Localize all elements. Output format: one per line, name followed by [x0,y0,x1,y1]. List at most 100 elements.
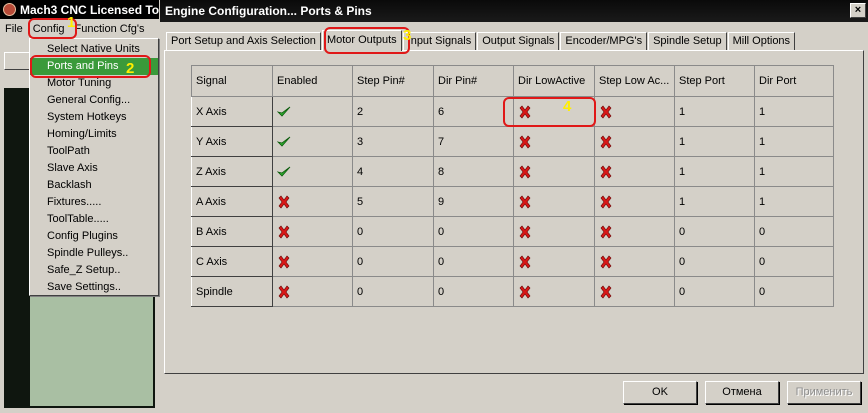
cross-icon [519,225,531,238]
cell-enabled[interactable] [272,276,353,307]
annotation-number-4: 4 [563,98,572,115]
cell-step-pin[interactable]: 0 [352,246,434,277]
engine-config-dialog: Engine Configuration... Ports & Pins × P… [160,0,868,413]
menu-item-toolpath[interactable]: ToolPath [30,143,158,160]
cell-dir-port[interactable]: 1 [754,156,834,187]
cell-dir-port[interactable]: 1 [754,126,834,157]
cell-dir-port[interactable]: 1 [754,186,834,217]
menu-function-cfgs[interactable]: Function Cfg's [70,23,150,35]
cell-enabled[interactable] [272,96,353,127]
cross-icon [278,285,290,298]
cell-dir-port[interactable]: 0 [754,276,834,307]
cell-dir-pin[interactable]: 7 [433,126,514,157]
table-row: Y Axis 3 7 1 1 [191,126,834,157]
check-icon [277,166,291,177]
cell-step-port[interactable]: 1 [674,186,755,217]
cross-icon [600,165,612,178]
cross-icon [278,195,290,208]
ok-button[interactable]: OK [623,381,697,404]
cell-step-port[interactable]: 0 [674,276,755,307]
cell-step-lowactive[interactable] [594,246,675,277]
table-row: A Axis 5 9 1 1 [191,186,834,217]
cell-dir-lowactive[interactable] [513,126,595,157]
cell-step-pin[interactable]: 2 [352,96,434,127]
col-header-step-lowactive: Step Low Ac... [594,65,675,97]
tab-spindle-setup[interactable]: Spindle Setup [648,32,727,50]
mach3-toolbar-button[interactable] [4,52,30,70]
tab-mill-options[interactable]: Mill Options [727,32,796,50]
cross-icon [519,195,531,208]
col-header-dir-port: Dir Port [754,65,834,97]
check-icon [277,106,291,117]
cell-step-port[interactable]: 1 [674,156,755,187]
menu-item-save-settings[interactable]: Save Settings.. [30,279,158,296]
cell-step-port[interactable]: 0 [674,246,755,277]
mach3-menu-bar: File Config Function Cfg's [0,19,159,38]
cell-step-lowactive[interactable] [594,186,675,217]
tab-input-signals[interactable]: Input Signals [402,32,477,50]
tab-output-signals[interactable]: Output Signals [477,32,560,50]
cell-step-lowactive[interactable] [594,156,675,187]
cell-dir-lowactive[interactable] [513,186,595,217]
cell-step-lowactive[interactable] [594,276,675,307]
menu-item-spindle-pulleys[interactable]: Spindle Pulleys.. [30,245,158,262]
tab-port-setup[interactable]: Port Setup and Axis Selection [166,32,321,50]
cell-dir-pin[interactable]: 9 [433,186,514,217]
menu-item-tooltable[interactable]: ToolTable..... [30,211,158,228]
cell-enabled[interactable] [272,156,353,187]
grid-body: X Axis 2 6 1 1 Y Axis 3 7 1 1 Z Axis 4 8 1 1 A Axis 5 9 1 1… [191,96,834,307]
menu-file[interactable]: File [0,23,28,35]
check-icon [277,136,291,147]
close-icon: × [854,4,862,16]
menu-item-safe-z-setup[interactable]: Safe_Z Setup.. [30,262,158,279]
menu-item-config-plugins[interactable]: Config Plugins [30,228,158,245]
cell-signal: Z Axis [191,156,273,187]
close-button[interactable]: × [850,3,866,18]
cell-enabled[interactable] [272,186,353,217]
menu-item-backlash[interactable]: Backlash [30,177,158,194]
cell-step-lowactive[interactable] [594,96,675,127]
cross-icon [600,255,612,268]
cell-step-pin[interactable]: 5 [352,186,434,217]
cell-dir-pin[interactable]: 0 [433,276,514,307]
cross-icon [519,255,531,268]
menu-item-general-config[interactable]: General Config... [30,92,158,109]
cancel-button[interactable]: Отмена [705,381,779,404]
tab-encoder-mpgs[interactable]: Encoder/MPG's [560,32,648,50]
cell-enabled[interactable] [272,126,353,157]
cell-dir-pin[interactable]: 8 [433,156,514,187]
cell-dir-lowactive[interactable] [513,216,595,247]
cell-enabled[interactable] [272,246,353,277]
cell-dir-port[interactable]: 0 [754,246,834,277]
annotation-box-dir-lowactive [503,97,596,127]
cell-step-lowactive[interactable] [594,126,675,157]
annotation-number-1: 1 [67,14,76,31]
menu-item-slave-axis[interactable]: Slave Axis [30,160,158,177]
cell-dir-lowactive[interactable] [513,156,595,187]
menu-item-system-hotkeys[interactable]: System Hotkeys [30,109,158,126]
cell-step-lowactive[interactable] [594,216,675,247]
cell-step-pin[interactable]: 4 [352,156,434,187]
cross-icon [600,135,612,148]
cell-step-pin[interactable]: 0 [352,216,434,247]
cell-step-pin[interactable]: 0 [352,276,434,307]
apply-button[interactable]: Применить [787,381,861,404]
col-header-enabled: Enabled [272,65,353,97]
cell-enabled[interactable] [272,216,353,247]
cell-dir-pin[interactable]: 6 [433,96,514,127]
cell-step-port[interactable]: 1 [674,126,755,157]
cross-icon [519,135,531,148]
mach3-title-bar: Mach3 CNC Licensed To: [0,0,159,19]
cell-dir-pin[interactable]: 0 [433,246,514,277]
menu-item-homing-limits[interactable]: Homing/Limits [30,126,158,143]
cell-dir-lowactive[interactable] [513,246,595,277]
cell-dir-port[interactable]: 1 [754,96,834,127]
cell-dir-port[interactable]: 0 [754,216,834,247]
cell-step-pin[interactable]: 3 [352,126,434,157]
cell-step-port[interactable]: 1 [674,96,755,127]
cell-dir-lowactive[interactable] [513,276,595,307]
col-header-dir-pin: Dir Pin# [433,65,514,97]
cell-dir-pin[interactable]: 0 [433,216,514,247]
menu-item-fixtures[interactable]: Fixtures..... [30,194,158,211]
cell-step-port[interactable]: 0 [674,216,755,247]
